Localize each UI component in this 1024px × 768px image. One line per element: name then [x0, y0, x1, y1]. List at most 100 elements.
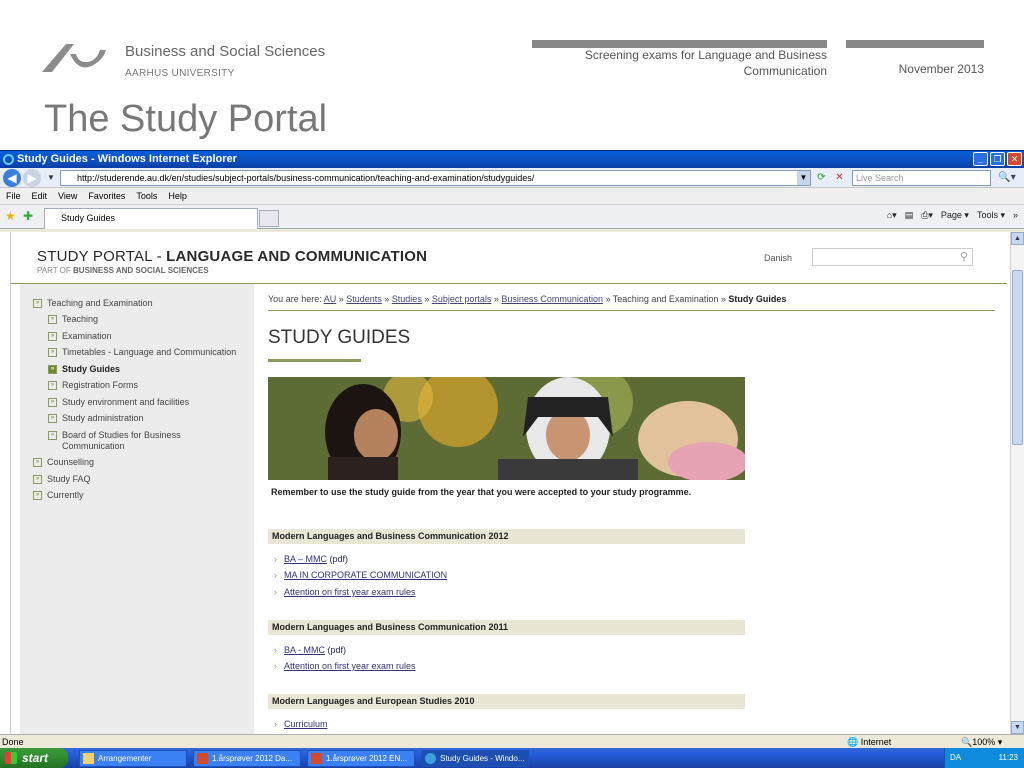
- nav-item-counselling[interactable]: » Counselling: [33, 457, 94, 468]
- browser-titlebar[interactable]: Study Guides - Windows Internet Explorer…: [0, 151, 1024, 168]
- breadcrumb-link-business-communication[interactable]: Business Communication: [501, 294, 603, 304]
- portal-title[interactable]: STUDY PORTAL - LANGUAGE AND COMMUNICATIO…: [37, 248, 427, 265]
- stop-button[interactable]: ✕: [832, 171, 847, 185]
- menu-edit[interactable]: Edit: [32, 188, 48, 204]
- link-ma-corporate-communication[interactable]: › MA IN CORPORATE COMMUNICATION: [274, 570, 447, 580]
- section-header-2011: Modern Languages and Business Communicat…: [268, 620, 745, 635]
- nav-item-study-environment[interactable]: » Study environment and facilities: [48, 397, 189, 408]
- breadcrumb: You are here: AU » Students » Studies » …: [268, 294, 995, 311]
- new-tab-button[interactable]: [259, 210, 279, 227]
- section-header-2012: Modern Languages and Business Communicat…: [268, 529, 745, 544]
- url-input[interactable]: http://studerende.au.dk/en/studies/subje…: [60, 170, 811, 186]
- breadcrumb-teaching-examination[interactable]: Teaching and Examination: [613, 294, 719, 304]
- chevron-icon: »: [48, 315, 57, 325]
- window-title: Study Guides - Windows Internet Explorer: [17, 153, 237, 165]
- scroll-down-button[interactable]: ▼: [1011, 721, 1024, 734]
- link-curriculum-2010[interactable]: › Curriculum: [274, 719, 328, 729]
- link-ba-mmc-2012[interactable]: › BA – MMC (pdf): [274, 554, 348, 564]
- menu-view[interactable]: View: [58, 188, 77, 204]
- back-button[interactable]: ◀: [3, 168, 21, 187]
- input-language[interactable]: DA: [950, 748, 961, 768]
- nav-item-study-guides[interactable]: » Study Guides: [48, 364, 120, 375]
- taskbar-item-arrangementer[interactable]: Arrangementer: [79, 750, 187, 767]
- chevron-icon: »: [48, 398, 57, 408]
- start-button[interactable]: start: [0, 748, 68, 768]
- nav-item-examination[interactable]: » Examination: [48, 331, 112, 342]
- restore-button[interactable]: ❐: [990, 152, 1005, 166]
- forward-button[interactable]: ▶: [23, 168, 41, 187]
- page-menu-button[interactable]: Page ▾: [941, 210, 969, 221]
- nav-item-study-faq[interactable]: » Study FAQ: [33, 474, 91, 485]
- aarhus-university-logo-icon: [42, 44, 106, 72]
- taskbar-item-powerpoint-en[interactable]: 1.årsprøver 2012 EN...: [307, 750, 415, 767]
- print-icon[interactable]: ⎙▾: [921, 210, 933, 221]
- window-controls: _ ❐ ✕: [973, 152, 1022, 166]
- language-switch-link[interactable]: Danish: [764, 253, 792, 263]
- portal-header: STUDY PORTAL - LANGUAGE AND COMMUNICATIO…: [11, 232, 1007, 284]
- nav-item-timetables[interactable]: » Timetables - Language and Communication: [48, 347, 236, 358]
- nav-item-study-administration[interactable]: » Study administration: [48, 413, 144, 424]
- site-search-input[interactable]: ⚲: [812, 248, 973, 266]
- arrow-icon: ›: [274, 587, 277, 597]
- link-exam-rules-2011[interactable]: › Attention on first year exam rules: [274, 661, 416, 671]
- arrow-icon: ›: [274, 554, 277, 564]
- address-bar: ◀ ▶ ▼ http://studerende.au.dk/en/studies…: [0, 168, 1024, 188]
- link-exam-rules-2012[interactable]: › Attention on first year exam rules: [274, 587, 416, 597]
- tools-menu-button[interactable]: Tools ▾: [977, 210, 1005, 221]
- search-icon[interactable]: 🔍▾: [994, 171, 1020, 185]
- breadcrumb-link-subject-portals[interactable]: Subject portals: [432, 294, 492, 304]
- vertical-scrollbar[interactable]: ▲ ▼: [1010, 232, 1024, 734]
- taskbar-item-powerpoint-da[interactable]: 1.årsprøver 2012 Da...: [193, 750, 301, 767]
- chevron-icon: »: [48, 332, 57, 342]
- nav-item-board-of-studies[interactable]: » Board of Studies for Business Communicat…: [48, 430, 181, 452]
- nav-item-currently[interactable]: » Currently: [33, 490, 84, 501]
- url-dropdown-icon[interactable]: ▼: [797, 171, 810, 185]
- close-button[interactable]: ✕: [1007, 152, 1022, 166]
- chevron-icon: »: [48, 348, 57, 358]
- taskbar-item-study-guides[interactable]: Study Guides - Windo...: [421, 750, 529, 767]
- history-dropdown-icon[interactable]: ▼: [47, 173, 55, 182]
- nav-item-teaching-examination[interactable]: » Teaching and Examination: [33, 298, 153, 309]
- breadcrumb-link-studies[interactable]: Studies: [392, 294, 422, 304]
- arrow-icon: ›: [274, 719, 277, 729]
- portal-title-main: LANGUAGE AND COMMUNICATION: [166, 248, 428, 265]
- minimize-button[interactable]: _: [973, 152, 988, 166]
- heading-underline: [268, 359, 361, 362]
- intro-text: Remember to use the study guide from the…: [271, 487, 692, 497]
- windows-taskbar: start Arrangementer 1.årsprøver 2012 Da.…: [0, 748, 1024, 768]
- university-name: AARHUS UNIVERSITY: [125, 68, 235, 79]
- more-commands-icon[interactable]: »: [1013, 210, 1018, 221]
- arrow-icon: ›: [274, 570, 277, 580]
- ie-icon: [3, 154, 14, 165]
- slide-title: The Study Portal: [44, 98, 328, 140]
- menu-favorites[interactable]: Favorites: [88, 188, 125, 204]
- add-favorite-icon[interactable]: ✚: [23, 209, 33, 223]
- breadcrumb-link-students[interactable]: Students: [346, 294, 382, 304]
- menu-help[interactable]: Help: [168, 188, 187, 204]
- arrow-icon: ›: [274, 661, 277, 671]
- tab-bar: ★ ✚ Study Guides ⌂▾ ▤ ⎙▾ Page ▾ Tools ▾ …: [0, 205, 1024, 229]
- clock[interactable]: 11:23: [999, 748, 1018, 768]
- system-tray: DA 11:23: [944, 748, 1024, 768]
- feeds-icon[interactable]: ▤: [905, 210, 914, 221]
- search-icon[interactable]: ⚲: [960, 250, 968, 263]
- folder-icon: [83, 753, 94, 764]
- favorites-star-icon[interactable]: ★: [5, 209, 16, 223]
- web-page-viewport: STUDY PORTAL - LANGUAGE AND COMMUNICATIO…: [0, 232, 1024, 734]
- nav-item-teaching[interactable]: » Teaching: [48, 314, 98, 325]
- menu-tools[interactable]: Tools: [136, 188, 157, 204]
- link-ba-mmc-2011[interactable]: › BA - MMC (pdf): [274, 645, 346, 655]
- chevron-icon: »: [48, 414, 57, 424]
- tab-study-guides[interactable]: Study Guides: [44, 208, 258, 229]
- scroll-up-button[interactable]: ▲: [1011, 232, 1024, 245]
- menu-file[interactable]: File: [6, 188, 21, 204]
- breadcrumb-link-au[interactable]: AU: [324, 294, 337, 304]
- main-content: You are here: AU » Students » Studies » …: [268, 284, 998, 734]
- refresh-button[interactable]: ⟳: [814, 171, 829, 185]
- scroll-thumb[interactable]: [1012, 270, 1023, 445]
- slide-header: Business and Social Sciences AARHUS UNIV…: [0, 0, 1024, 150]
- portal-subtitle: PART OF BUSINESS AND SOCIAL SCIENCES: [37, 266, 209, 275]
- home-icon[interactable]: ⌂▾: [887, 210, 897, 221]
- nav-item-registration-forms[interactable]: » Registration Forms: [48, 380, 138, 391]
- live-search-input[interactable]: Live Search: [852, 170, 991, 186]
